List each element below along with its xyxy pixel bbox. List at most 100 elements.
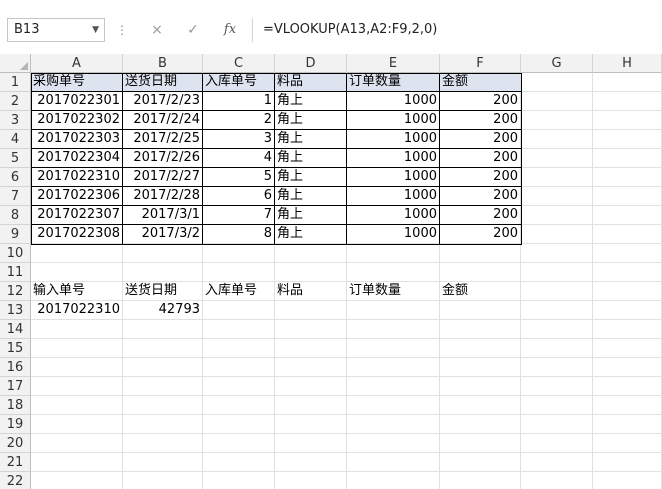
cell-d12[interactable]: 料品 [275, 282, 347, 301]
cell-c4[interactable]: 3 [203, 130, 275, 149]
cell-d1[interactable]: 料品 [275, 73, 347, 92]
cell-h18[interactable] [593, 396, 662, 415]
cell-h17[interactable] [593, 377, 662, 396]
cell-e2[interactable]: 1000 [347, 92, 440, 111]
cell-h11[interactable] [593, 263, 662, 282]
column-header-f[interactable]: F [440, 54, 521, 73]
cell-f22[interactable] [440, 472, 521, 489]
chevron-down-icon[interactable]: ▼ [92, 19, 99, 41]
cell-f10[interactable] [440, 244, 521, 263]
cell-d16[interactable] [275, 358, 347, 377]
cell-f12[interactable]: 金额 [440, 282, 521, 301]
row-header-14[interactable]: 14 [0, 320, 31, 339]
cell-e19[interactable] [347, 415, 440, 434]
cell-h15[interactable] [593, 339, 662, 358]
column-header-d[interactable]: D [275, 54, 347, 73]
cell-a19[interactable] [31, 415, 123, 434]
cell-f6[interactable]: 200 [440, 168, 521, 187]
cell-f16[interactable] [440, 358, 521, 377]
cell-a9[interactable]: 2017022308 [31, 225, 123, 244]
cell-b20[interactable] [123, 434, 203, 453]
column-header-b[interactable]: B [123, 54, 203, 73]
column-header-a[interactable]: A [31, 54, 123, 73]
cell-h8[interactable] [593, 206, 662, 225]
cell-f4[interactable]: 200 [440, 130, 521, 149]
cell-g13[interactable] [521, 301, 593, 320]
cell-f7[interactable]: 200 [440, 187, 521, 206]
cell-e10[interactable] [347, 244, 440, 263]
cell-g14[interactable] [521, 320, 593, 339]
cell-f15[interactable] [440, 339, 521, 358]
cell-d19[interactable] [275, 415, 347, 434]
cell-e16[interactable] [347, 358, 440, 377]
row-header-21[interactable]: 21 [0, 453, 31, 472]
cell-g7[interactable] [521, 187, 593, 206]
column-header-c[interactable]: C [203, 54, 275, 73]
cell-g19[interactable] [521, 415, 593, 434]
cell-f19[interactable] [440, 415, 521, 434]
drag-handle-icon[interactable]: ⋮ [116, 22, 128, 38]
cell-d9[interactable]: 角上 [275, 225, 347, 244]
cell-b18[interactable] [123, 396, 203, 415]
cell-d22[interactable] [275, 472, 347, 489]
cell-g8[interactable] [521, 206, 593, 225]
cell-g15[interactable] [521, 339, 593, 358]
column-header-h[interactable]: H [593, 54, 662, 73]
cell-c3[interactable]: 2 [203, 111, 275, 130]
row-header-6[interactable]: 6 [0, 168, 31, 187]
cell-e8[interactable]: 1000 [347, 206, 440, 225]
cell-b7[interactable]: 2017/2/28 [123, 187, 203, 206]
cell-d10[interactable] [275, 244, 347, 263]
cell-f13[interactable] [440, 301, 521, 320]
cell-h21[interactable] [593, 453, 662, 472]
cell-c20[interactable] [203, 434, 275, 453]
cell-f20[interactable] [440, 434, 521, 453]
cell-e21[interactable] [347, 453, 440, 472]
cell-g20[interactable] [521, 434, 593, 453]
cell-g4[interactable] [521, 130, 593, 149]
cell-g10[interactable] [521, 244, 593, 263]
insert-function-icon[interactable]: fx [216, 18, 244, 42]
cell-g16[interactable] [521, 358, 593, 377]
cell-e13[interactable] [347, 301, 440, 320]
cell-e9[interactable]: 1000 [347, 225, 440, 244]
cell-d18[interactable] [275, 396, 347, 415]
cell-g22[interactable] [521, 472, 593, 489]
cell-h7[interactable] [593, 187, 662, 206]
row-header-13[interactable]: 13 [0, 301, 31, 320]
cell-b4[interactable]: 2017/2/25 [123, 130, 203, 149]
row-header-15[interactable]: 15 [0, 339, 31, 358]
cell-h22[interactable] [593, 472, 662, 489]
cell-c12[interactable]: 入库单号 [203, 282, 275, 301]
cell-c10[interactable] [203, 244, 275, 263]
row-header-9[interactable]: 9 [0, 225, 31, 244]
cell-c8[interactable]: 7 [203, 206, 275, 225]
cell-a22[interactable] [31, 472, 123, 489]
cell-f8[interactable]: 200 [440, 206, 521, 225]
cell-e17[interactable] [347, 377, 440, 396]
cell-d20[interactable] [275, 434, 347, 453]
cell-b6[interactable]: 2017/2/27 [123, 168, 203, 187]
cell-a12[interactable]: 输入单号 [31, 282, 123, 301]
row-header-16[interactable]: 16 [0, 358, 31, 377]
cell-g6[interactable] [521, 168, 593, 187]
cell-e15[interactable] [347, 339, 440, 358]
cell-d8[interactable]: 角上 [275, 206, 347, 225]
cell-e7[interactable]: 1000 [347, 187, 440, 206]
cell-d17[interactable] [275, 377, 347, 396]
row-header-20[interactable]: 20 [0, 434, 31, 453]
cell-h16[interactable] [593, 358, 662, 377]
row-header-18[interactable]: 18 [0, 396, 31, 415]
cell-e20[interactable] [347, 434, 440, 453]
cell-e4[interactable]: 1000 [347, 130, 440, 149]
cell-c9[interactable]: 8 [203, 225, 275, 244]
cell-b10[interactable] [123, 244, 203, 263]
cell-b19[interactable] [123, 415, 203, 434]
cell-d7[interactable]: 角上 [275, 187, 347, 206]
cell-d2[interactable]: 角上 [275, 92, 347, 111]
cell-b14[interactable] [123, 320, 203, 339]
cell-a7[interactable]: 2017022306 [31, 187, 123, 206]
cell-b15[interactable] [123, 339, 203, 358]
row-header-3[interactable]: 3 [0, 111, 31, 130]
cancel-icon[interactable]: × [143, 18, 171, 42]
